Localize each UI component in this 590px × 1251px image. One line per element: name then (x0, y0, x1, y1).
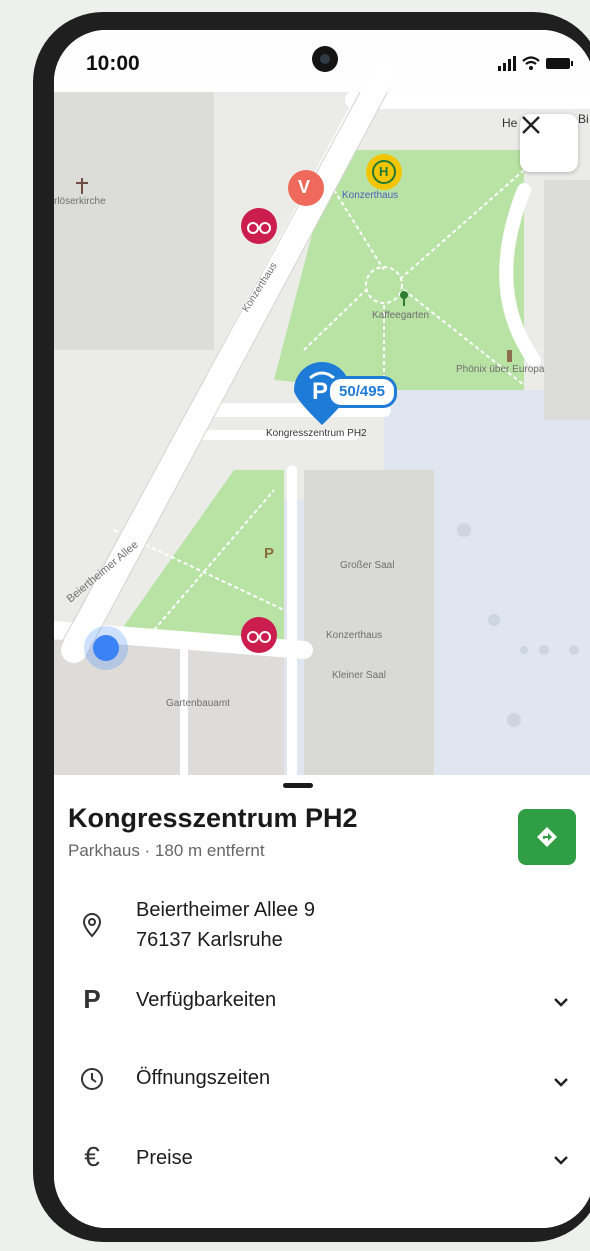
parking-availability-badge[interactable]: 50/495 (327, 376, 397, 408)
status-icons (498, 56, 573, 71)
details-sheet[interactable]: Kongresszentrum PH2 Parkhaus · 180 m ent… (54, 775, 590, 1228)
navigate-button[interactable] (518, 809, 576, 865)
status-time: 10:00 (86, 52, 140, 75)
map-label-kleiner-saal: Kleiner Saal (332, 670, 386, 681)
clock-icon (76, 1063, 108, 1095)
section-prices-label: Preise (136, 1147, 193, 1169)
map-label-kaffeegarten: Kaffeegarten (372, 310, 430, 321)
map-label-bi-street: Bi (578, 112, 589, 126)
location-title: Kongresszentrum PH2 (68, 803, 358, 833)
user-location-dot (93, 635, 119, 661)
location-subtitle: Parkhaus · 180 m entfernt (68, 841, 265, 860)
bus-stop-letter[interactable]: H (379, 164, 388, 179)
map-label-gartenbauamt: Gartenbauamt (166, 698, 230, 709)
map-label-konzerthaus-building: Konzerthaus (326, 630, 383, 641)
status-bar: 10:00 (54, 30, 590, 92)
section-availability-label: Verfügbarkeiten (136, 989, 277, 1011)
map-label-he-street: He (502, 116, 518, 130)
map-label-bus-stop: Konzerthaus (342, 190, 399, 201)
front-camera (312, 46, 338, 72)
section-availability[interactable]: P Verfügbarkeiten (54, 983, 590, 1023)
euro-icon: € (84, 1141, 100, 1172)
bike-marker-2 (241, 617, 277, 653)
parking-pin-letter[interactable]: P (312, 378, 328, 406)
v-poi-letter[interactable]: V (298, 177, 310, 198)
section-prices[interactable]: € Preise (54, 1141, 590, 1181)
close-button[interactable] (520, 114, 578, 172)
map-view[interactable]: rlöserkirche Konzerthaus Konzerthaus Kaf… (54, 30, 590, 775)
map-parking-letter: P (264, 545, 275, 562)
app-screen: rlöserkirche Konzerthaus Konzerthaus Kaf… (54, 30, 590, 1228)
address-line-2: 76137 Karlsruhe (136, 929, 283, 951)
directions-icon (537, 827, 557, 847)
parking-icon: P (83, 983, 101, 1014)
battery-icon (546, 58, 573, 69)
map-label-grosser-saal: Großer Saal (340, 560, 395, 571)
map-label-phoenix: Phönix über Europa (456, 364, 545, 375)
signal-icon (498, 56, 516, 71)
chevron-down-icon (554, 998, 568, 1007)
sheet-drag-handle[interactable] (283, 783, 313, 788)
chevron-down-icon (554, 1156, 568, 1165)
map-label-church: rlöserkirche (54, 196, 106, 207)
map-label-parking: Kongresszentrum PH2 (266, 428, 367, 439)
wifi-icon (522, 56, 540, 65)
section-opening-hours[interactable]: Öffnungszeiten (54, 1063, 590, 1103)
section-opening-hours-label: Öffnungszeiten (136, 1067, 271, 1089)
location-pin-icon (76, 909, 108, 941)
bike-marker-1 (241, 208, 277, 244)
address-line-1: Beiertheimer Allee 9 (136, 899, 315, 921)
building-konzerthaus (304, 470, 434, 775)
chevron-down-icon (554, 1078, 568, 1087)
close-icon (522, 116, 540, 134)
